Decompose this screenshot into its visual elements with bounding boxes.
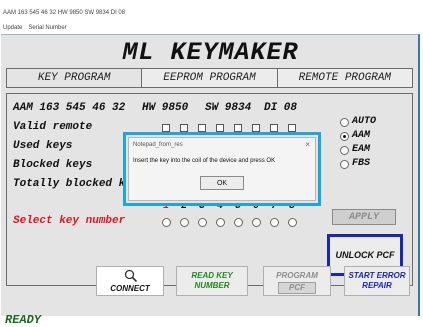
pcf-label: PCF (264, 282, 330, 294)
notepad-dialog-frame: Notepad_from_res × Insert the key into t… (123, 132, 321, 206)
start-error-label-line2: REPAIR (362, 281, 392, 290)
select-key-radio-3[interactable] (198, 218, 207, 227)
select-key-radio-8[interactable] (288, 218, 297, 227)
tab-remote-program[interactable]: REMOTE PROGRAM (277, 68, 413, 88)
mode-label-aam: AAM (352, 130, 371, 141)
valid-remote-checkbox (252, 124, 260, 132)
mode-radio-eam[interactable] (340, 146, 349, 155)
id-label: AAM 163 545 46 32 (13, 102, 126, 114)
program-label: PROGRAM (276, 271, 318, 280)
start-error-label-line1: START ERROR (348, 271, 406, 280)
start-error-repair-button[interactable]: START ERROR REPAIR (344, 266, 410, 296)
program-pcf-button[interactable]: PROGRAM PCF (263, 266, 331, 296)
info-bar: AAM 163 545 46 32 HW 9850 SW 9834 DI 08 … (0, 0, 423, 34)
select-key-radio-1[interactable] (162, 218, 171, 227)
select-key-radio-2[interactable] (180, 218, 189, 227)
used-keys-label: Used keys (13, 140, 73, 152)
valid-remote-checkbox (288, 124, 296, 132)
valid-remote-checkbox (180, 124, 188, 132)
select-key-radio-7[interactable] (270, 218, 279, 227)
menu-bar: Update Serial Number (3, 25, 67, 31)
pcf-text: PCF (278, 282, 316, 294)
select-key-radio-5[interactable] (234, 218, 243, 227)
read-key-number-button[interactable]: READ KEY NUMBER (176, 266, 248, 296)
info-line: AAM 163 545 46 32 HW 9850 SW 9834 DI 08 (3, 10, 126, 16)
menu-serial-number[interactable]: Serial Number (28, 25, 66, 31)
notepad-dialog: Notepad_from_res × Insert the key into t… (128, 137, 316, 201)
status-ready: READY (5, 313, 42, 327)
dialog-title: Notepad_from_res (133, 142, 183, 148)
read-key-label-line2: NUMBER (194, 281, 230, 290)
valid-remote-label: Valid remote (13, 121, 93, 133)
close-icon[interactable]: × (305, 140, 310, 149)
sw-label: SW 9834 (205, 102, 252, 114)
tab-bar: KEY PROGRAM EEPROM PROGRAM REMOTE PROGRA… (6, 68, 413, 88)
menu-update[interactable]: Update (3, 25, 22, 31)
mode-radio-fbs[interactable] (340, 160, 349, 169)
mode-label-eam: EAM (352, 144, 371, 155)
connect-label: CONNECT (110, 284, 150, 293)
select-key-radio-6[interactable] (252, 218, 261, 227)
di-label: DI 08 (264, 102, 298, 114)
mode-label-fbs: FBS (352, 158, 371, 169)
mode-label-auto: AUTO (352, 116, 377, 127)
hw-label: HW 9850 (142, 102, 189, 114)
mode-radio-auto[interactable] (340, 118, 349, 127)
apply-button[interactable]: APPLY (332, 209, 396, 225)
dialog-message: Insert the key into the coil of the devi… (133, 158, 276, 164)
dialog-ok-button[interactable]: OK (200, 176, 244, 190)
valid-remote-checkbox (162, 124, 170, 132)
valid-remote-checkbox (198, 124, 206, 132)
app-title: ML KEYMAKER (122, 38, 299, 67)
connect-button[interactable]: CONNECT (96, 266, 164, 296)
select-key-number-label: Select key number (13, 215, 126, 227)
tab-eeprom-program[interactable]: EEPROM PROGRAM (142, 68, 278, 88)
valid-remote-checkbox (270, 124, 278, 132)
blocked-keys-label: Blocked keys (13, 159, 93, 171)
read-key-label-line1: READ KEY (191, 271, 233, 280)
select-key-radio-4[interactable] (216, 218, 225, 227)
unlock-pcf-label: UNLOCK PCF (335, 250, 395, 260)
tab-key-program[interactable]: KEY PROGRAM (6, 68, 143, 88)
mode-radio-aam[interactable] (340, 132, 349, 141)
valid-remote-checkbox (234, 124, 242, 132)
valid-remote-checkbox (216, 124, 224, 132)
search-icon (124, 269, 138, 283)
